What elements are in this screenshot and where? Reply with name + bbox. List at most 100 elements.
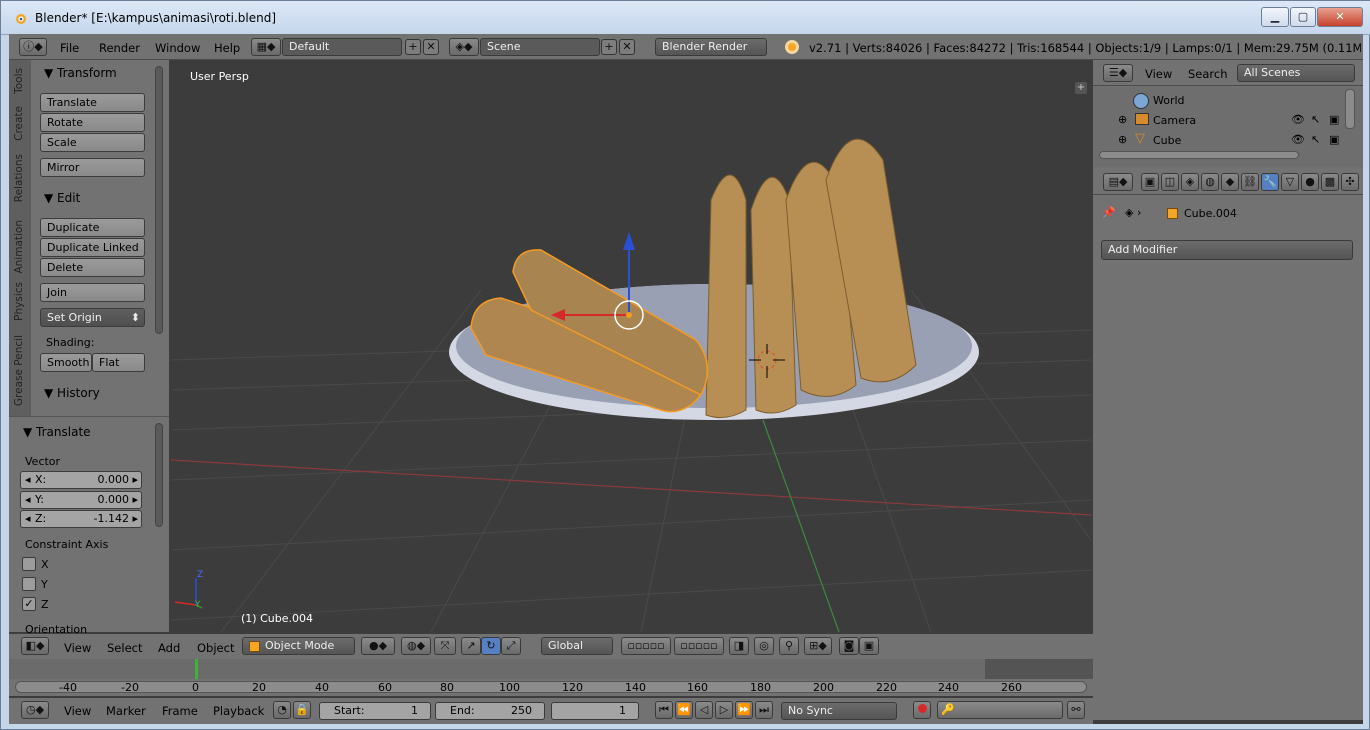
- outliner-menu-view[interactable]: View: [1145, 67, 1172, 81]
- sync-mode-dropdown[interactable]: No Sync: [781, 702, 897, 720]
- transform-orientation-dropdown[interactable]: Global: [541, 637, 613, 655]
- cube-select-icon[interactable]: ↖: [1311, 133, 1320, 146]
- current-frame-field[interactable]: 1: [551, 702, 639, 720]
- modifiers-tab-icon[interactable]: 🔧: [1261, 173, 1279, 191]
- vector-x-field[interactable]: ◂ X: 0.000 ▸: [20, 471, 142, 489]
- keying-set-field[interactable]: 🔑: [937, 701, 1063, 719]
- timeline-menu-frame[interactable]: Frame: [162, 704, 198, 718]
- viewport-menu-add[interactable]: Add: [158, 641, 180, 655]
- snap-element-icon[interactable]: ⊞◆: [804, 637, 832, 655]
- preview-range-icon[interactable]: ◔: [273, 701, 291, 719]
- remove-screen-icon[interactable]: ✕: [423, 39, 439, 55]
- outliner-vscrollbar[interactable]: [1345, 89, 1355, 129]
- expand-camera-icon[interactable]: ⊕: [1118, 113, 1127, 126]
- close-button[interactable]: ✕: [1317, 7, 1363, 27]
- world-tab-icon[interactable]: ◍: [1201, 173, 1219, 191]
- scale-manipulator-icon[interactable]: ⤢: [501, 637, 521, 655]
- editor-type-timeline-icon[interactable]: ◷◆: [21, 701, 49, 719]
- editor-type-info-icon[interactable]: ⓘ◆: [19, 38, 47, 56]
- menu-render[interactable]: Render: [99, 41, 140, 55]
- camera-select-icon[interactable]: ↖: [1311, 113, 1320, 126]
- scale-button[interactable]: Scale: [40, 133, 145, 152]
- timeline-menu-playback[interactable]: Playback: [213, 704, 264, 718]
- outliner-filter-dropdown[interactable]: All Scenes: [1237, 64, 1355, 82]
- timeline-scrollbar[interactable]: [15, 681, 1087, 693]
- add-scene-icon[interactable]: +: [601, 39, 617, 55]
- current-frame-marker[interactable]: [195, 659, 198, 679]
- camera-visibility-icon[interactable]: 👁: [1291, 113, 1305, 126]
- play-icon[interactable]: ▷: [715, 701, 733, 719]
- render-opengl-icon[interactable]: ◙: [839, 637, 859, 655]
- texture-tab-icon[interactable]: ▩: [1321, 173, 1339, 191]
- object-tab-icon[interactable]: ◆: [1221, 173, 1239, 191]
- editor-type-outliner-icon[interactable]: ☰◆: [1103, 64, 1133, 82]
- material-tab-icon[interactable]: ●: [1301, 173, 1319, 191]
- viewport-properties-toggle-icon[interactable]: +: [1075, 82, 1087, 94]
- tab-grease-pencil[interactable]: Grease Pencil: [13, 335, 25, 406]
- cube-visibility-icon[interactable]: 👁: [1291, 133, 1305, 146]
- screen-layout-field[interactable]: Default: [282, 38, 402, 56]
- viewport-menu-select[interactable]: Select: [107, 641, 142, 655]
- history-panel-title[interactable]: ▼ History: [44, 386, 100, 400]
- viewport-menu-object[interactable]: Object: [197, 641, 234, 655]
- flat-button[interactable]: Flat: [92, 353, 145, 372]
- constraint-z-checkbox[interactable]: ✓: [22, 597, 36, 611]
- constraint-x-checkbox[interactable]: [22, 557, 36, 571]
- add-screen-icon[interactable]: +: [405, 39, 421, 55]
- menu-window[interactable]: Window: [155, 41, 200, 55]
- viewport-menu-view[interactable]: View: [64, 641, 91, 655]
- layers-group-1[interactable]: ▫▫▫▫▫: [621, 637, 671, 655]
- constraints-tab-icon[interactable]: ⛓: [1241, 173, 1259, 191]
- outliner-hscrollbar[interactable]: [1099, 151, 1299, 159]
- remove-scene-icon[interactable]: ✕: [619, 39, 635, 55]
- render-layers-tab-icon[interactable]: ◫: [1161, 173, 1179, 191]
- scene-icon[interactable]: ◈◆: [449, 38, 479, 56]
- tool-shelf-scrollbar[interactable]: [155, 66, 163, 334]
- editor-type-3dview-icon[interactable]: ◧◆: [21, 637, 49, 655]
- outliner-item-camera[interactable]: Camera: [1153, 114, 1196, 127]
- auto-keying-record-icon[interactable]: [913, 701, 931, 719]
- vector-y-field[interactable]: ◂ Y: 0.000 ▸: [20, 491, 142, 509]
- pivot-point-icon[interactable]: ◍◆: [401, 637, 431, 655]
- lock-camera-icon[interactable]: ◨: [729, 637, 749, 655]
- operator-scrollbar[interactable]: [155, 423, 163, 527]
- end-frame-field[interactable]: End: 250: [435, 702, 545, 720]
- jump-keyframe-forward-icon[interactable]: ⏩: [735, 701, 753, 719]
- delete-button[interactable]: Delete: [40, 258, 145, 277]
- join-button[interactable]: Join: [40, 283, 145, 302]
- particles-tab-icon[interactable]: ✣: [1341, 173, 1359, 191]
- outliner-menu-search[interactable]: Search: [1188, 67, 1228, 81]
- translate-manipulator-icon[interactable]: ↗: [461, 637, 481, 655]
- operator-title[interactable]: ▼ Translate: [23, 425, 91, 439]
- jump-end-icon[interactable]: ⏭: [755, 701, 773, 719]
- menu-file[interactable]: File: [60, 41, 79, 55]
- menu-help[interactable]: Help: [214, 41, 240, 55]
- tab-relations[interactable]: Relations: [13, 154, 25, 202]
- layers-group-2[interactable]: ▫▫▫▫▫: [674, 637, 724, 655]
- minimize-button[interactable]: ▁: [1261, 7, 1289, 27]
- proportional-edit-icon[interactable]: ◎: [754, 637, 774, 655]
- viewport-shading-icon[interactable]: ●◆: [361, 637, 395, 655]
- mirror-button[interactable]: Mirror: [40, 158, 145, 177]
- jump-keyframe-back-icon[interactable]: ⏪: [675, 701, 693, 719]
- timeline-track[interactable]: [9, 659, 1093, 679]
- lock-range-icon[interactable]: 🔒: [293, 701, 311, 719]
- tab-create[interactable]: Create: [13, 106, 25, 141]
- expand-cube-icon[interactable]: ⊕: [1118, 133, 1127, 146]
- scene-tab-icon[interactable]: ◈: [1181, 173, 1199, 191]
- duplicate-linked-button[interactable]: Duplicate Linked: [40, 238, 145, 257]
- render-tab-icon[interactable]: ▣: [1141, 173, 1159, 191]
- transform-panel-title[interactable]: ▼ Transform: [44, 66, 117, 80]
- maximize-button[interactable]: ▢: [1290, 7, 1316, 27]
- cube-render-icon[interactable]: ▣: [1329, 133, 1339, 146]
- jump-start-icon[interactable]: ⏮: [655, 701, 673, 719]
- render-animation-icon[interactable]: ▣: [859, 637, 879, 655]
- editor-type-properties-icon[interactable]: ▤◆: [1103, 173, 1133, 191]
- tab-physics[interactable]: Physics: [13, 282, 25, 321]
- 3d-viewport[interactable]: User Persp (1) Cube.004 Z Y +: [171, 60, 1091, 632]
- screen-layout-icon[interactable]: ▦◆: [251, 38, 281, 56]
- edit-panel-title[interactable]: ▼ Edit: [44, 191, 80, 205]
- timeline-menu-marker[interactable]: Marker: [106, 704, 146, 718]
- smooth-button[interactable]: Smooth: [40, 353, 92, 372]
- duplicate-button[interactable]: Duplicate: [40, 218, 145, 237]
